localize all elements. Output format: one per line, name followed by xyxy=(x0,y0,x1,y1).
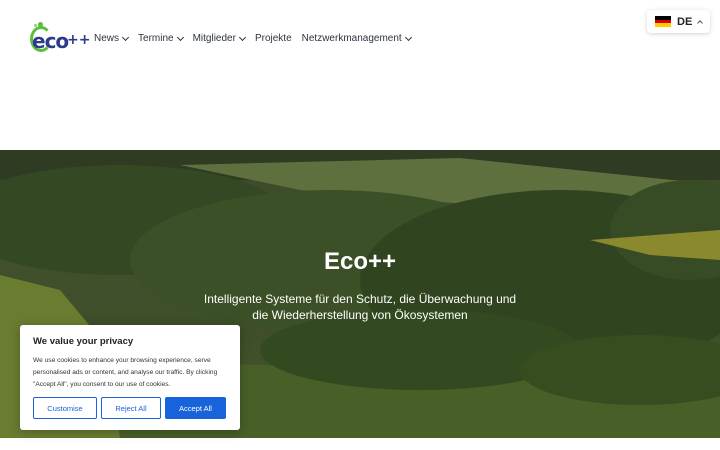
nav-item-label: Mitglieder xyxy=(192,33,236,44)
chevron-up-icon xyxy=(697,20,704,26)
accept-all-button[interactable]: Accept All xyxy=(165,397,226,419)
cookie-text: We use cookies to enhance your browsing … xyxy=(33,357,218,388)
cookie-buttons: Customise Reject All Accept All xyxy=(33,397,226,419)
nav-item-label: Termine xyxy=(138,33,174,44)
language-code: DE xyxy=(677,15,693,28)
logo-dot-icon xyxy=(38,22,43,27)
nav-item-mitglieder[interactable]: Mitglieder xyxy=(192,33,246,44)
hero-subtitle: Intelligente Systeme für den Schutz, die… xyxy=(203,292,517,322)
chevron-down-icon xyxy=(238,33,246,41)
eco-logo[interactable]: eco ++ xyxy=(30,22,90,56)
logo-word: eco xyxy=(32,29,69,53)
logo-dot-small-icon xyxy=(34,24,37,27)
customise-button[interactable]: Customise xyxy=(33,397,97,419)
nav-item-label: News xyxy=(94,33,120,44)
site-header: eco ++ News Termine Mitglieder Projekte … xyxy=(0,0,720,150)
nav-item-termine[interactable]: Termine xyxy=(138,33,184,44)
nav-item-netzwerkmanagement[interactable]: Netzwerkmanagement xyxy=(301,33,412,44)
chevron-down-icon xyxy=(121,33,130,41)
reject-all-button[interactable]: Reject All xyxy=(101,397,161,419)
germany-flag-icon xyxy=(655,16,671,28)
nav-item-news[interactable]: News xyxy=(94,33,130,44)
chevron-down-icon xyxy=(176,33,184,41)
nav-item-projekte[interactable]: Projekte xyxy=(255,33,292,44)
nav-item-label: Netzwerkmanagement xyxy=(301,33,402,44)
hero-title: Eco++ xyxy=(323,248,397,275)
chevron-down-icon xyxy=(404,33,412,41)
logo-plus: ++ xyxy=(67,32,91,48)
main-nav: News Termine Mitglieder Projekte Netzwer… xyxy=(94,33,412,44)
nav-item-label: Projekte xyxy=(254,33,292,44)
cookie-consent-banner: We value your privacy We use cookies to … xyxy=(20,325,240,430)
cookie-title: We value your privacy xyxy=(33,336,134,347)
language-switcher[interactable]: DE xyxy=(647,10,710,33)
